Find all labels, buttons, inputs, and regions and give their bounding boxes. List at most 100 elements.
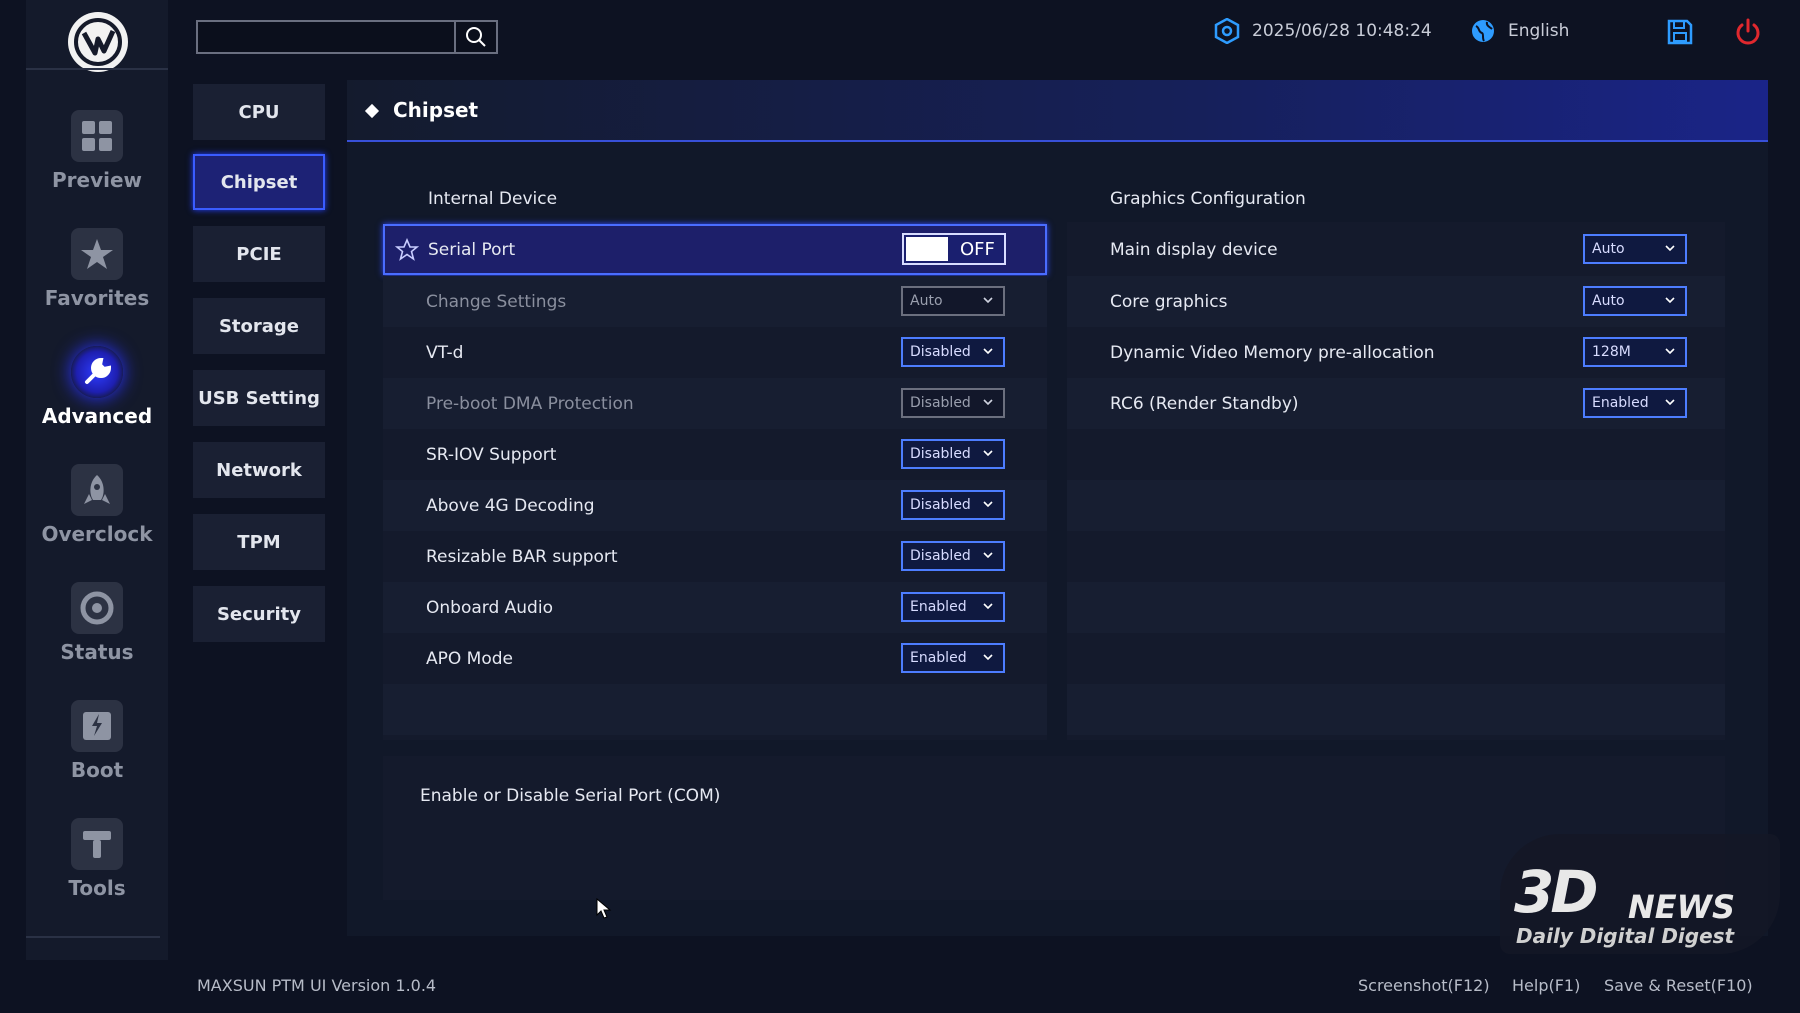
setting-row-above-4g[interactable]: Above 4G Decoding Disabled xyxy=(383,480,1047,531)
setting-label: Above 4G Decoding xyxy=(426,495,595,516)
setting-label: Change Settings xyxy=(426,291,567,312)
submenu-cpu[interactable]: CPU xyxy=(193,84,325,140)
nav-favorites[interactable]: Favorites xyxy=(26,228,168,338)
hammer-icon xyxy=(71,818,123,870)
submenu-chipset[interactable]: Chipset xyxy=(193,154,325,210)
vt-d-dropdown[interactable]: Disabled xyxy=(901,337,1005,367)
setting-row-onboard-audio[interactable]: Onboard Audio Enabled xyxy=(383,582,1047,633)
search-button[interactable] xyxy=(454,22,496,52)
dropdown-value: Disabled xyxy=(910,446,971,462)
datetime-text: 2025/06/28 10:48:24 xyxy=(1252,21,1432,41)
nav-label: Status xyxy=(60,640,134,664)
gauge-icon xyxy=(71,582,123,634)
setting-row-rc6[interactable]: RC6 (Render Standby) Enabled xyxy=(1067,378,1725,429)
nav-label: Overclock xyxy=(41,522,153,546)
setting-row-vt-d[interactable]: VT-d Disabled xyxy=(383,327,1047,378)
diamond-bullet-icon xyxy=(364,103,380,119)
setting-row-pre-boot-dma[interactable]: Pre-boot DMA Protection Disabled xyxy=(383,378,1047,429)
clock-hex-icon xyxy=(1214,18,1240,44)
submenu-security[interactable]: Security xyxy=(193,586,325,642)
resizable-bar-dropdown[interactable]: Disabled xyxy=(901,541,1005,571)
submenu-storage[interactable]: Storage xyxy=(193,298,325,354)
nav-boot[interactable]: Boot xyxy=(26,700,168,810)
empty-row xyxy=(1067,531,1725,582)
above-4g-dropdown[interactable]: Disabled xyxy=(901,490,1005,520)
pre-boot-dma-dropdown[interactable]: Disabled xyxy=(901,388,1005,418)
main-display-dropdown[interactable]: Auto xyxy=(1583,234,1687,264)
setting-row-apo-mode[interactable]: APO Mode Enabled xyxy=(383,633,1047,684)
panel-header: Chipset xyxy=(347,80,1768,142)
save-reset-hotkey[interactable]: Save & Reset(F10) xyxy=(1604,976,1753,995)
toggle-label: OFF xyxy=(960,238,995,260)
help-text: Enable or Disable Serial Port (COM) xyxy=(420,786,721,806)
setting-row-change-settings[interactable]: Change Settings Auto xyxy=(383,276,1047,327)
star-outline-icon[interactable] xyxy=(395,238,419,262)
datetime-display: 2025/06/28 10:48:24 xyxy=(1214,18,1432,44)
sr-iov-dropdown[interactable]: Disabled xyxy=(901,439,1005,469)
power-icon[interactable] xyxy=(1734,18,1764,48)
setting-row-dvmt-prealloc[interactable]: Dynamic Video Memory pre-allocation 128M xyxy=(1067,327,1725,378)
internal-device-title: Internal Device xyxy=(428,189,558,209)
submenu-usb-setting[interactable]: USB Setting xyxy=(193,370,325,426)
dropdown-value: Disabled xyxy=(910,497,971,513)
setting-row-resizable-bar[interactable]: Resizable BAR support Disabled xyxy=(383,531,1047,582)
dvmt-prealloc-dropdown[interactable]: 128M xyxy=(1583,337,1687,367)
nav-preview[interactable]: Preview xyxy=(26,110,168,220)
dropdown-value: Enabled xyxy=(1592,395,1649,411)
setting-row-core-graphics[interactable]: Core graphics Auto xyxy=(1067,276,1725,327)
search-box xyxy=(196,20,498,54)
setting-row-main-display[interactable]: Main display device Auto xyxy=(1067,224,1725,275)
chevron-down-icon xyxy=(983,450,993,457)
chevron-down-icon xyxy=(983,297,993,304)
watermark-tagline: Daily Digital Digest xyxy=(1516,924,1735,948)
globe-icon xyxy=(1472,20,1494,42)
internal-device-list: Serial Port OFF Change Settings Auto VT-… xyxy=(383,222,1047,740)
graphics-config-title: Graphics Configuration xyxy=(1110,189,1306,209)
search-input[interactable] xyxy=(198,22,454,52)
dropdown-value: Disabled xyxy=(910,395,971,411)
setting-row-sr-iov[interactable]: SR-IOV Support Disabled xyxy=(383,429,1047,480)
onboard-audio-dropdown[interactable]: Enabled xyxy=(901,592,1005,622)
dropdown-value: Enabled xyxy=(910,650,967,666)
apo-mode-dropdown[interactable]: Enabled xyxy=(901,643,1005,673)
setting-row-serial-port[interactable]: Serial Port OFF xyxy=(383,224,1047,275)
chevron-down-icon xyxy=(1665,399,1675,406)
setting-label: SR-IOV Support xyxy=(426,444,557,465)
chevron-down-icon xyxy=(983,348,993,355)
submenu-network[interactable]: Network xyxy=(193,442,325,498)
language-text: English xyxy=(1508,21,1570,41)
nav-overclock[interactable]: Overclock xyxy=(26,464,168,574)
page-title: Chipset xyxy=(393,98,479,122)
core-graphics-dropdown[interactable]: Auto xyxy=(1583,286,1687,316)
submenu-pcie[interactable]: PCIE xyxy=(193,226,325,282)
nav-tools[interactable]: Tools xyxy=(26,818,168,928)
rocket-icon xyxy=(71,464,123,516)
language-selector[interactable]: English xyxy=(1470,18,1569,44)
maxsun-logo xyxy=(68,12,128,72)
watermark-logo: 3D xyxy=(1514,858,1598,926)
dropdown-value: Auto xyxy=(910,293,943,309)
submenu-tpm[interactable]: TPM xyxy=(193,514,325,570)
version-text: MAXSUN PTM UI Version 1.0.4 xyxy=(197,976,437,995)
rail-divider-top xyxy=(26,68,168,86)
nav-advanced[interactable]: Advanced xyxy=(26,346,168,456)
serial-port-toggle[interactable]: OFF xyxy=(902,233,1006,265)
screenshot-hotkey[interactable]: Screenshot(F12) xyxy=(1358,976,1490,995)
setting-label: Onboard Audio xyxy=(426,597,553,618)
chevron-down-icon xyxy=(983,603,993,610)
change-settings-dropdown[interactable]: Auto xyxy=(901,286,1005,316)
setting-label: Resizable BAR support xyxy=(426,546,618,567)
help-hotkey[interactable]: Help(F1) xyxy=(1512,976,1580,995)
chevron-down-icon xyxy=(983,501,993,508)
save-icon[interactable] xyxy=(1666,18,1696,48)
nav-label: Tools xyxy=(68,876,126,900)
empty-row xyxy=(1067,582,1725,633)
empty-row xyxy=(1067,429,1725,480)
chevron-down-icon xyxy=(1665,348,1675,355)
dropdown-value: 128M xyxy=(1592,344,1631,360)
ssd-icon xyxy=(71,700,123,752)
empty-row xyxy=(1067,684,1725,735)
dropdown-value: Enabled xyxy=(910,599,967,615)
nav-status[interactable]: Status xyxy=(26,582,168,692)
rc6-dropdown[interactable]: Enabled xyxy=(1583,388,1687,418)
